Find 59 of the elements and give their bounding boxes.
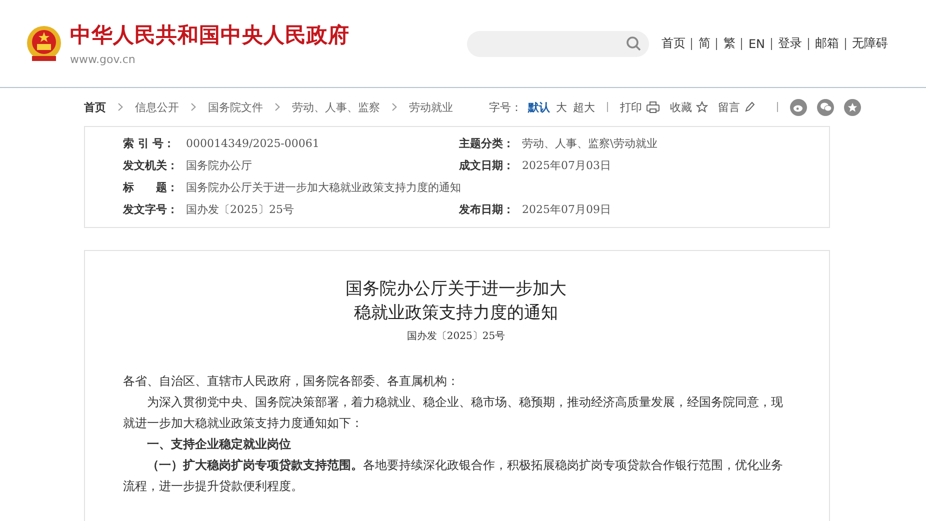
printer-icon	[646, 101, 660, 113]
toolbar-link[interactable]: 收藏	[670, 100, 708, 114]
tool-label: 留言	[718, 100, 740, 114]
field-label: 成文日期：	[459, 158, 515, 174]
share-button[interactable]	[817, 98, 834, 116]
breadcrumb-link[interactable]: 劳动就业	[409, 100, 453, 114]
field-label: 发文字号：	[123, 202, 179, 218]
paragraph: 为深入贯彻党中央、国务院决策部署，着力稳就业、稳企业、稳市场、稳预期，推动经济高质量发展，经国务院同意，现就进一步加大稳就业政策支持力度通知如下：	[123, 394, 784, 432]
toolbar-link[interactable]: 留言	[718, 100, 755, 114]
nav-link[interactable]: 首页	[661, 35, 686, 52]
national-emblem-icon	[26, 24, 62, 62]
site-title[interactable]: 中华人民共和国中央人民政府	[70, 21, 350, 49]
field-label: 索 引 号：	[123, 136, 176, 152]
font-size-option[interactable]: 默认	[528, 100, 550, 114]
field-label: 主题分类：	[459, 136, 515, 152]
breadcrumb-link[interactable]: 劳动、人事、监察	[292, 100, 380, 114]
share-button[interactable]	[790, 98, 807, 116]
star-icon	[847, 102, 858, 112]
tool-label: 收藏	[670, 100, 692, 114]
chevron-icon	[275, 103, 280, 111]
paragraph: （一）扩大稳岗扩岗专项贷款支持范围。各地要持续深化政银合作，积极拓展稳岗扩岗专项贷款合作银行范围，优化业务流程，进一步提升贷款便利程度。	[123, 457, 784, 495]
breadcrumb-link[interactable]: 国务院文件	[208, 100, 263, 114]
field-label: 发布日期：	[459, 202, 515, 218]
font-size-label: 字号：	[489, 100, 522, 114]
breadcrumb-link[interactable]: 首页	[84, 100, 106, 114]
font-size-option[interactable]: 超大	[573, 100, 595, 114]
field-value: 000014349/2025-00061	[186, 136, 320, 152]
field-value: 2025年07月09日	[522, 202, 611, 218]
field-label: 标 题：	[123, 180, 179, 196]
share-button[interactable]	[844, 98, 861, 116]
field-value: 国务院办公厅	[186, 158, 252, 174]
nav-link[interactable]: 邮箱	[815, 35, 839, 52]
font-size-option[interactable]: 大	[556, 100, 567, 114]
chevron-icon	[191, 103, 196, 111]
tool-label: 打印	[620, 100, 642, 114]
search-field[interactable]	[467, 30, 650, 56]
field-value: 2025年07月03日	[522, 158, 611, 174]
document-number: 国办发〔2025〕25号	[406, 330, 506, 343]
chevron-icon	[392, 103, 397, 111]
chat-bubbles-icon	[820, 102, 832, 112]
breadcrumb-link[interactable]: 信息公开	[135, 100, 179, 114]
nav-link[interactable]: 简	[698, 35, 710, 52]
field-label: 发文机关：	[123, 158, 179, 174]
nav-link[interactable]: 繁	[723, 35, 736, 52]
section-heading: 一、支持企业稳定就业岗位	[146, 436, 292, 453]
nav-link[interactable]: 登录	[778, 35, 802, 52]
pencil-icon	[744, 101, 755, 113]
nav-link[interactable]: EN	[748, 36, 765, 50]
salutation: 各省、自治区、直辖市人民政府，国务院各部委、各直属机构：	[123, 373, 460, 390]
search-icon[interactable]	[626, 36, 642, 51]
field-value: 劳动、人事、监察\劳动就业	[522, 136, 658, 152]
field-value: 国办发〔2025〕25号	[186, 202, 294, 218]
article-title: 国务院办公厅关于进一步加大 稳就业政策支持力度的通知	[344, 278, 568, 325]
nav-link[interactable]: 无障碍	[852, 35, 888, 52]
field-value: 国务院办公厅关于进一步加大稳就业政策支持力度的通知	[186, 180, 461, 196]
toolbar-link[interactable]: 打印	[620, 100, 660, 114]
site-url: www.gov.cn	[70, 53, 136, 66]
star-icon	[696, 101, 708, 113]
chevron-icon	[118, 103, 123, 111]
